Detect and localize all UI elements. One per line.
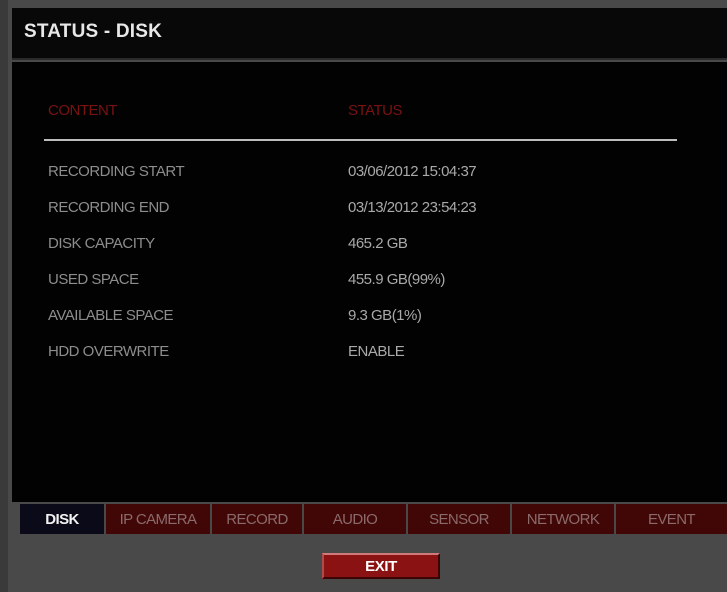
tab-record[interactable]: RECORD xyxy=(212,504,302,534)
status-row: DISK CAPACITY 465.2 GB xyxy=(12,235,727,259)
status-row: RECORDING START 03/06/2012 15:04:37 xyxy=(12,163,727,187)
row-label: RECORDING END xyxy=(48,199,170,216)
row-value: 03/06/2012 15:04:37 xyxy=(348,163,477,180)
tab-disk[interactable]: DISK xyxy=(20,504,104,534)
row-value: 03/13/2012 23:54:23 xyxy=(348,199,477,216)
disk-status-panel: CONTENT STATUS RECORDING START 03/06/201… xyxy=(12,62,727,502)
dvr-status-window: STATUS - DISK CONTENT STATUS RECORDING S… xyxy=(0,0,727,592)
tab-event[interactable]: EVENT xyxy=(616,504,727,534)
row-value: 455.9 GB(99%) xyxy=(348,271,445,288)
row-label: RECORDING START xyxy=(48,163,185,180)
tab-network[interactable]: NETWORK xyxy=(512,504,614,534)
title-bar: STATUS - DISK xyxy=(12,8,727,60)
row-label: AVAILABLE SPACE xyxy=(48,307,174,324)
status-tabs: DISK IP CAMERA RECORD AUDIO SENSOR NETWO… xyxy=(20,504,727,534)
row-value: ENABLE xyxy=(348,343,405,360)
tab-audio[interactable]: AUDIO xyxy=(304,504,406,534)
window-title: STATUS - DISK xyxy=(24,21,163,42)
row-label: USED SPACE xyxy=(48,271,139,288)
row-value: 9.3 GB(1%) xyxy=(348,307,422,324)
header-divider xyxy=(44,139,677,141)
exit-button[interactable]: EXIT xyxy=(322,553,440,579)
status-row: RECORDING END 03/13/2012 23:54:23 xyxy=(12,199,727,223)
status-column-header: STATUS xyxy=(348,102,402,119)
status-row: AVAILABLE SPACE 9.3 GB(1%) xyxy=(12,307,727,331)
tab-ip-camera[interactable]: IP CAMERA xyxy=(106,504,210,534)
window-edge xyxy=(0,0,8,592)
content-column-header: CONTENT xyxy=(48,102,118,119)
tab-sensor[interactable]: SENSOR xyxy=(408,504,510,534)
status-row: HDD OVERWRITE ENABLE xyxy=(12,343,727,367)
status-row: USED SPACE 455.9 GB(99%) xyxy=(12,271,727,295)
row-label: HDD OVERWRITE xyxy=(48,343,169,360)
row-value: 465.2 GB xyxy=(348,235,408,252)
row-label: DISK CAPACITY xyxy=(48,235,155,252)
